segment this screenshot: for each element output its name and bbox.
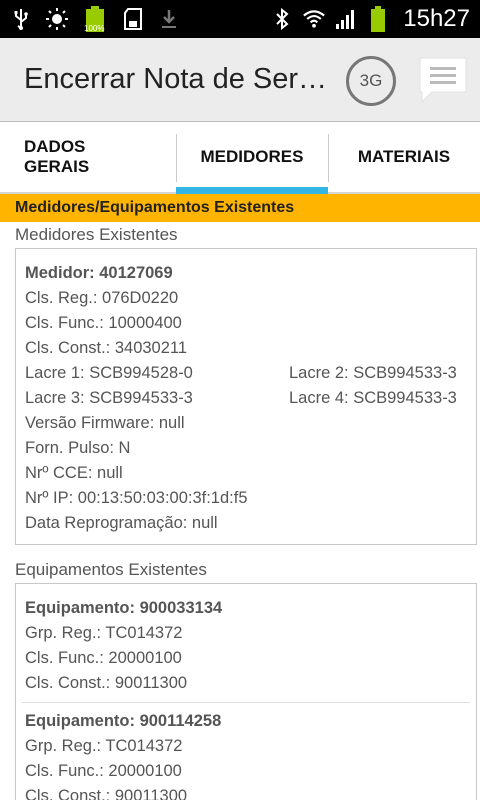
cls-func: Cls. Func.: 20000100 — [25, 762, 182, 780]
forn-pulso: Forn. Pulso: N — [25, 439, 131, 457]
data-reprogramacao: Data Reprogramação: null — [25, 514, 218, 532]
tab-bar: DADOS GERAIS MEDIDORES MATERIAIS — [0, 122, 480, 194]
battery-full-icon: 100% — [82, 4, 108, 34]
medidor-card[interactable]: Medidor: 40127069 Cls. Reg.: 076D0220 Cl… — [15, 248, 477, 545]
equipamentos-title: Equipamentos Existentes — [15, 560, 207, 579]
tab-label: MATERIAIS — [357, 147, 451, 166]
section-header: Medidores/Equipamentos Existentes — [0, 194, 480, 222]
page-title: Encerrar Nota de Ser… — [24, 63, 328, 95]
message-icon[interactable] — [418, 56, 468, 111]
medidor-number: Medidor: 40127069 — [25, 264, 173, 282]
tab-dados-gerais[interactable]: DADOS GERAIS — [0, 122, 176, 192]
equipamento-number: Equipamento: 900033134 — [25, 599, 223, 617]
nro-ip: Nrº IP: 00:13:50:03:00:3f:1d:f5 — [25, 489, 248, 507]
tab-label-line1: DADOS — [24, 137, 86, 156]
battery-icon — [367, 6, 389, 32]
nro-cce: Nrº CCE: null — [25, 464, 123, 482]
lacre-row-1: Lacre 1: SCB994528-0 Lacre 2: SCB994533-… — [25, 361, 467, 386]
equipamento-item[interactable]: Equipamento: 900033134 Grp. Reg.: TC0143… — [25, 596, 467, 696]
battery-percent-label: 100% — [84, 24, 105, 33]
versao-firmware: Versão Firmware: null — [25, 414, 185, 432]
cls-const: Cls. Const.: 90011300 — [25, 674, 188, 692]
grp-reg: Grp. Reg.: TC014372 — [25, 737, 183, 755]
tab-label-line2: GERAIS — [24, 157, 90, 176]
network-3g-badge[interactable]: 3G — [346, 56, 396, 106]
signal-icon — [335, 8, 357, 30]
bluetooth-icon — [271, 8, 293, 30]
cls-func: Cls. Func.: 10000400 — [25, 314, 182, 332]
grp-reg: Grp. Reg.: TC014372 — [25, 624, 183, 642]
tab-materiais[interactable]: MATERIAIS — [328, 122, 480, 192]
lacre-1: Lacre 1: SCB994528-0 — [25, 364, 193, 382]
item-divider — [22, 702, 470, 703]
lacre-2: Lacre 2: SCB994533-3 — [289, 364, 457, 382]
action-bar: Encerrar Nota de Ser… 3G — [0, 38, 480, 122]
usb-icon — [10, 8, 32, 30]
cls-reg: Cls. Reg.: 076D0220 — [25, 289, 179, 307]
clock: 15h27 — [403, 5, 470, 32]
wifi-icon — [303, 8, 326, 30]
cls-const: Cls. Const.: 34030211 — [25, 339, 188, 357]
brightness-icon — [46, 8, 68, 30]
status-bar: 100% 15h27 — [0, 0, 480, 38]
medidores-title: Medidores Existentes — [15, 225, 178, 244]
download-icon — [158, 8, 180, 30]
equipamentos-card: Equipamento: 900033134 Grp. Reg.: TC0143… — [15, 583, 477, 800]
equipamento-number: Equipamento: 900114258 — [25, 712, 222, 730]
tab-label: MEDIDORES — [200, 147, 304, 166]
lacre-4: Lacre 4: SCB994533-3 — [289, 389, 457, 407]
sd-card-icon — [122, 8, 144, 30]
cls-const: Cls. Const.: 90011300 — [25, 787, 188, 800]
cls-func: Cls. Func.: 20000100 — [25, 649, 182, 667]
lacre-3: Lacre 3: SCB994533-3 — [25, 389, 193, 407]
lacre-row-2: Lacre 3: SCB994533-3 Lacre 4: SCB994533-… — [25, 386, 467, 411]
tab-medidores[interactable]: MEDIDORES — [176, 122, 328, 194]
equipamento-item[interactable]: Equipamento: 900114258 Grp. Reg.: TC0143… — [25, 709, 467, 800]
